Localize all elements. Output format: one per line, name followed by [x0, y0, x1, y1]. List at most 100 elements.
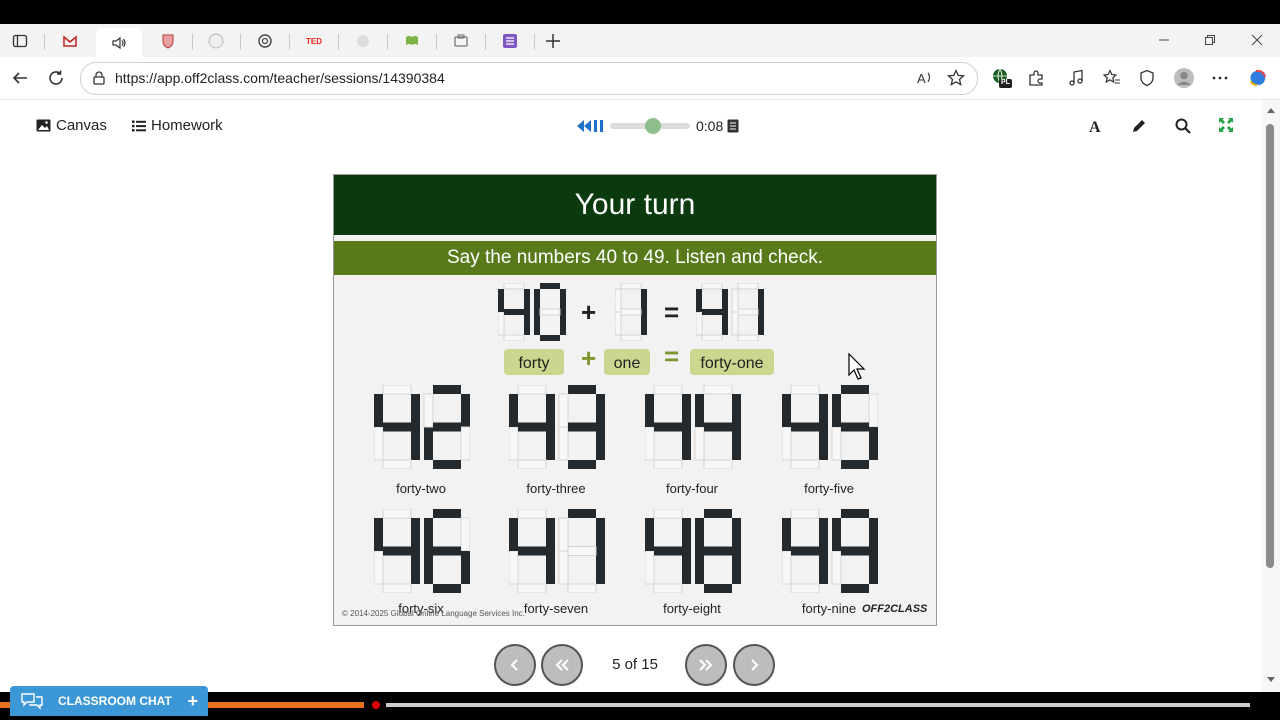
chat-bubbles-icon — [21, 693, 43, 710]
chat-add-button[interactable]: + — [187, 691, 198, 712]
segment-d-on — [841, 460, 869, 469]
first-slide-button[interactable] — [541, 644, 583, 686]
last-slide-button[interactable] — [685, 644, 727, 686]
next-slide-button[interactable] — [733, 644, 775, 686]
segment-f-on — [498, 289, 504, 312]
back-button[interactable] — [8, 66, 32, 90]
digits-47 — [509, 509, 605, 593]
favorites-button[interactable] — [1100, 66, 1124, 90]
audio-seek-knob[interactable] — [645, 118, 662, 134]
fullscreen-icon[interactable] — [1219, 118, 1233, 132]
reload-button[interactable] — [44, 66, 68, 90]
segment-c-on — [732, 551, 741, 584]
segment-a-off — [382, 509, 412, 519]
read-aloud-icon[interactable]: A — [917, 70, 935, 86]
lock-icon[interactable] — [91, 70, 107, 86]
pencil-icon[interactable] — [1131, 118, 1147, 134]
tab-gmail[interactable] — [56, 28, 84, 54]
page-scrollbar[interactable] — [1262, 100, 1280, 692]
notebook-icon[interactable] — [727, 119, 739, 133]
segment-d-on — [540, 335, 560, 341]
segment-d-off — [382, 583, 412, 593]
segment-g-off — [620, 308, 642, 316]
new-tab-button[interactable] — [540, 28, 566, 54]
tab-folder[interactable] — [447, 28, 475, 54]
browser-essentials-button[interactable] — [1135, 66, 1159, 90]
segment-c-on — [546, 551, 555, 584]
segment-a-on — [841, 509, 869, 518]
segment-d-off — [790, 459, 820, 469]
tab-openai[interactable] — [251, 28, 279, 54]
segment-a-off — [790, 509, 820, 519]
settings-more-button[interactable] — [1208, 66, 1232, 90]
session-progress-marker[interactable] — [372, 701, 380, 709]
segment-b-on — [560, 289, 566, 312]
segment-f-on — [424, 518, 433, 551]
tab-list[interactable] — [496, 28, 524, 54]
homework-tab[interactable]: Homework — [132, 117, 223, 134]
copilot-button[interactable] — [1246, 66, 1270, 90]
scroll-up-arrow-icon[interactable] — [1266, 106, 1276, 114]
svg-text:A: A — [1089, 119, 1101, 134]
slide-instruction: Say the numbers 40 to 49. Listen and che… — [334, 241, 936, 275]
segment-b-on — [524, 289, 530, 312]
tab-gray[interactable] — [349, 28, 377, 54]
book-icon — [406, 36, 418, 45]
media-button[interactable] — [1064, 66, 1088, 90]
segment-b-on — [461, 394, 470, 427]
segment-d-off — [653, 583, 683, 593]
tab-crest[interactable] — [154, 28, 182, 54]
extensions-button[interactable] — [1024, 66, 1048, 90]
segment-b-on — [641, 289, 647, 312]
segment-a-off — [503, 283, 525, 290]
profile-button[interactable] — [1172, 66, 1196, 90]
slide-title: Your turn — [334, 175, 936, 235]
segment-e-off — [782, 426, 792, 461]
window-icon — [12, 34, 28, 48]
minimize-icon — [1159, 39, 1169, 41]
segment-f-off — [423, 393, 434, 428]
segment-c-on — [546, 427, 555, 460]
segment-d-off — [737, 334, 759, 341]
word-forty: forty — [504, 349, 564, 375]
segment-c-on — [869, 551, 878, 584]
segment-a-on — [433, 509, 461, 518]
previous-slide-button[interactable] — [494, 644, 536, 686]
tab-actions-button[interactable] — [8, 28, 32, 54]
segment-b-off — [868, 393, 878, 428]
segment-c-on — [596, 551, 605, 584]
segment-c-on — [641, 312, 647, 335]
segment-d-on — [704, 584, 732, 593]
segment-g-on — [518, 422, 546, 432]
tab-circle[interactable] — [202, 28, 230, 54]
canvas-tab[interactable]: Canvas — [36, 117, 107, 134]
segment-c-on — [682, 551, 691, 584]
scrollbar-thumb[interactable] — [1266, 124, 1274, 568]
digits-1 — [615, 283, 647, 341]
segment-f-off — [731, 288, 739, 313]
segment-f-on — [374, 394, 383, 427]
digits-49 — [782, 509, 878, 593]
tab-active-audio[interactable] — [96, 28, 142, 57]
text-tool-icon[interactable]: A — [1088, 118, 1104, 134]
favorite-star-icon[interactable] — [947, 69, 965, 87]
list-icon — [503, 34, 517, 48]
minimize-button[interactable] — [1152, 30, 1176, 50]
page-content: Canvas Homework 0:08 A Your turn Say the… — [0, 100, 1262, 716]
audio-player: 0:08 — [576, 118, 739, 134]
tab-ted[interactable]: TED — [300, 28, 328, 54]
address-bar[interactable]: https://app.off2class.com/teacher/sessio… — [80, 62, 978, 95]
session-progress-remaining — [386, 703, 1250, 707]
rewind-pause-icon[interactable] — [576, 119, 606, 133]
tab-book[interactable] — [398, 28, 426, 54]
segment-e-off — [731, 311, 739, 336]
equals-sign: = — [664, 297, 680, 327]
classroom-chat-toggle[interactable]: CLASSROOM CHAT + — [10, 686, 208, 716]
scroll-down-arrow-icon[interactable] — [1266, 676, 1276, 684]
segment-d-on — [568, 460, 596, 469]
restore-button[interactable] — [1198, 30, 1222, 50]
close-window-button[interactable] — [1245, 30, 1269, 50]
search-icon[interactable] — [1175, 118, 1191, 134]
profile-extension-button[interactable]: PL — [990, 66, 1014, 90]
audio-seek-bar[interactable] — [610, 118, 690, 134]
